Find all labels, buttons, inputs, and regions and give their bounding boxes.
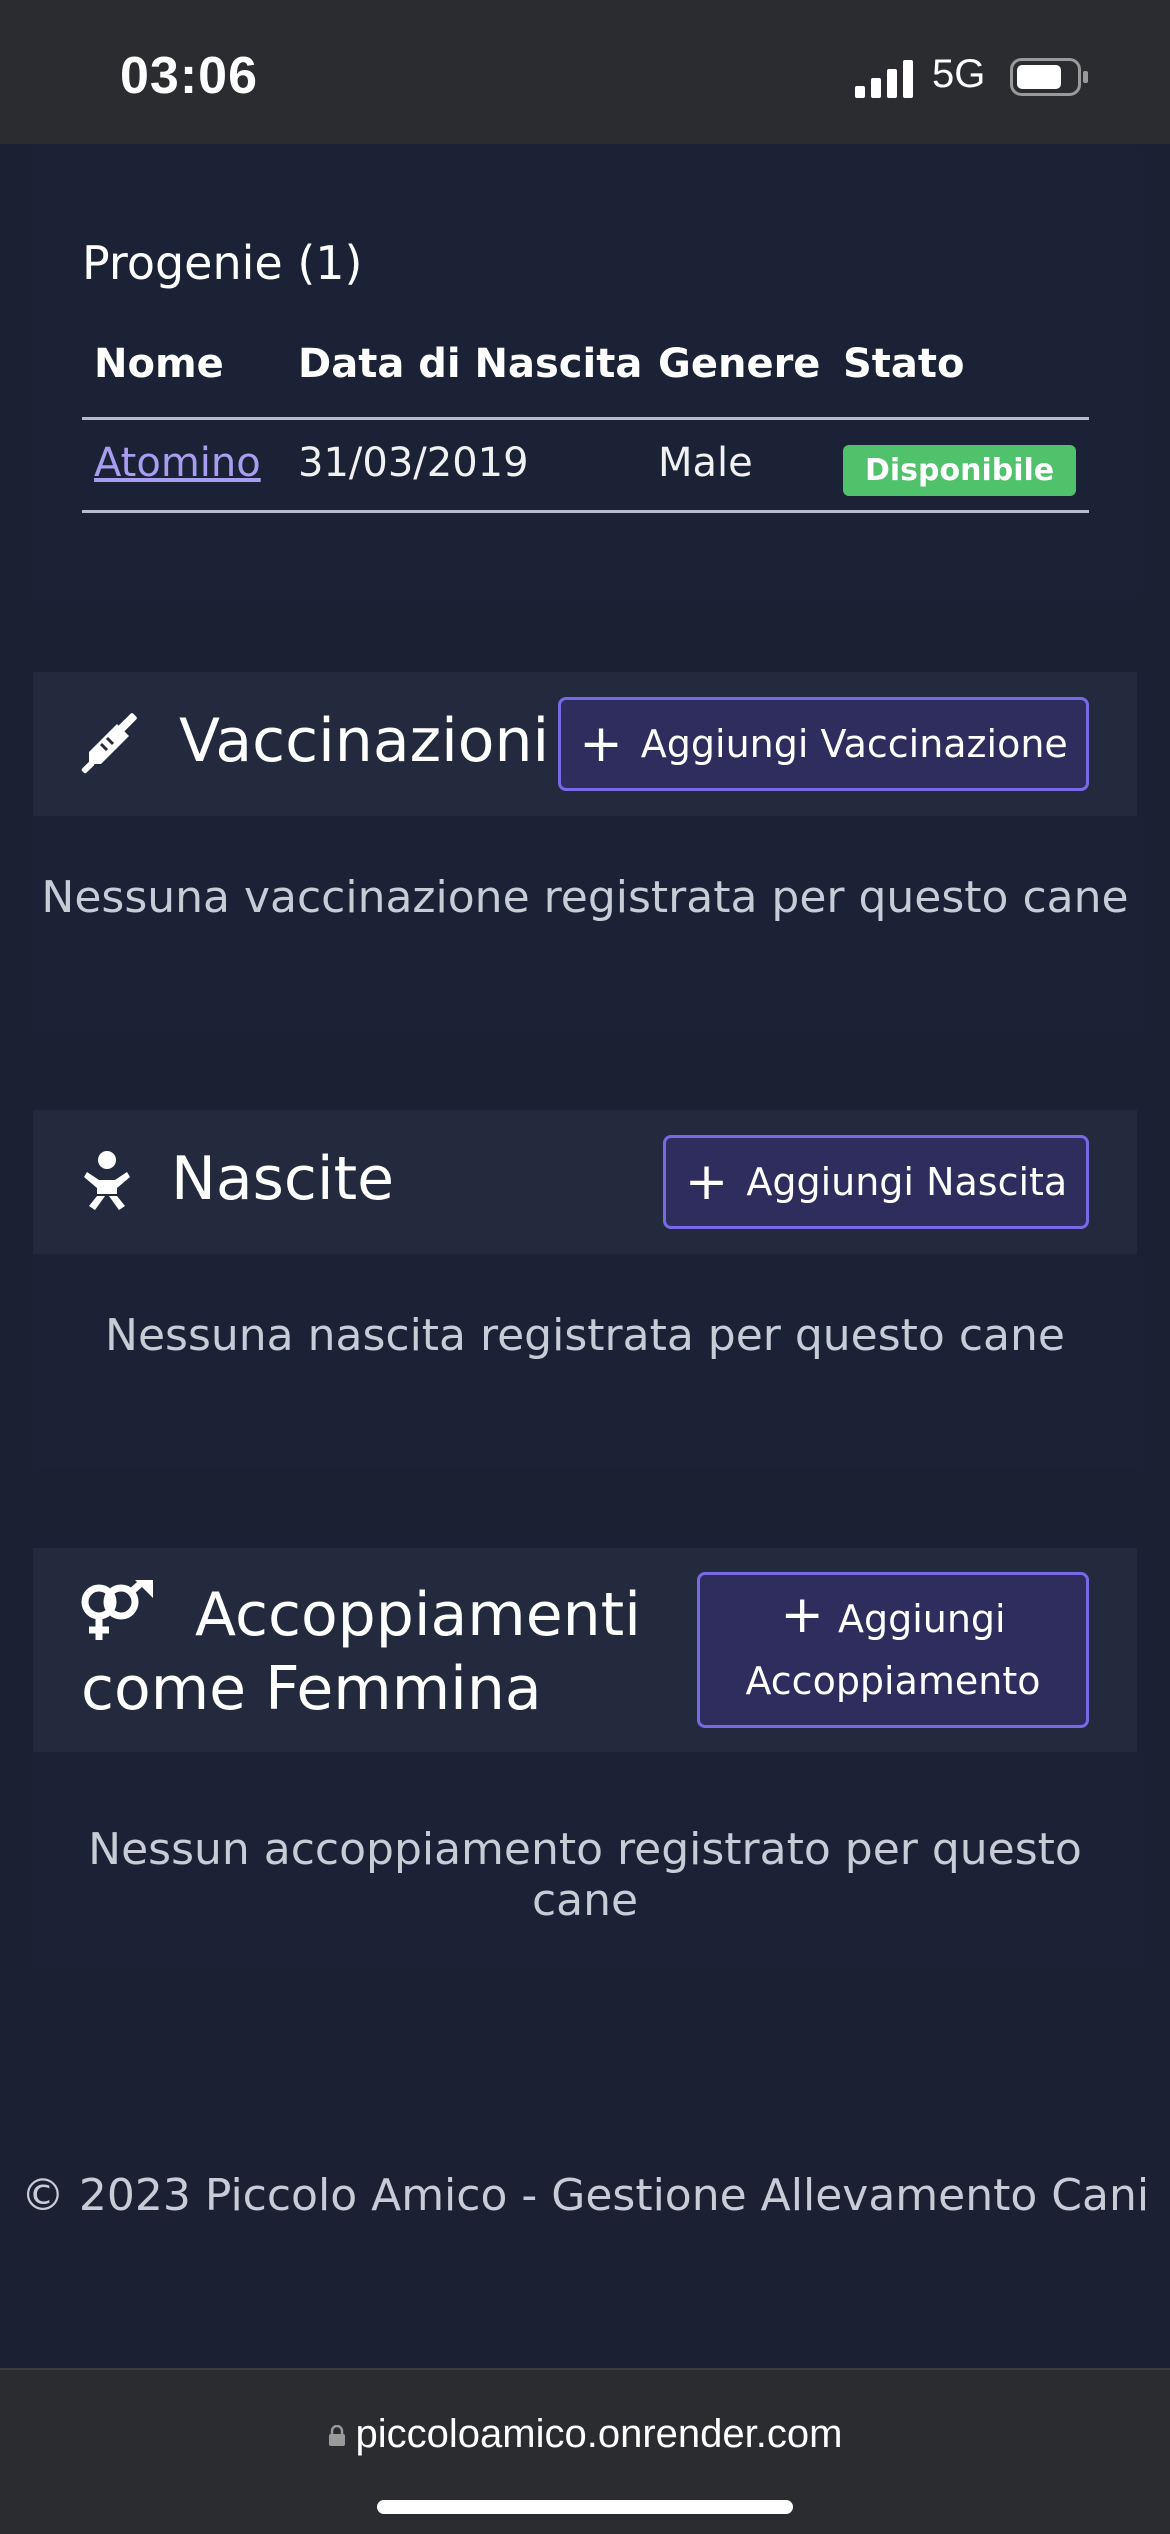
add-mating-button[interactable]: + Aggiungi Accoppiamento: [697, 1572, 1089, 1728]
add-mating-label-row: + Aggiungi: [780, 1588, 1005, 1650]
status-bar: 03:06 5G: [0, 0, 1170, 144]
column-header: Stato: [843, 341, 965, 387]
births-empty-message: Nessuna nascita registrata per questo ca…: [105, 1310, 1065, 1361]
births-header: Nascite + Aggiungi Nascita: [33, 1110, 1137, 1254]
add-birth-button[interactable]: + Aggiungi Nascita: [663, 1135, 1089, 1229]
birth-date: 31/03/2019: [298, 440, 529, 486]
plus-icon: +: [579, 714, 623, 774]
syringe-icon: [81, 713, 137, 774]
gender: Male: [658, 440, 753, 486]
status-badge: Disponibile: [843, 445, 1077, 496]
vaccinations-section: Vaccinazioni + Aggiungi Vaccinazione Nes…: [33, 672, 1137, 1032]
add-mating-label-line1: Aggiungi: [837, 1597, 1006, 1641]
status-time: 03:06: [120, 47, 258, 105]
url-display[interactable]: piccoloamico.onrender.com: [0, 2412, 1170, 2457]
column-header: Genere: [658, 341, 821, 387]
add-birth-label: Aggiungi Nascita: [746, 1160, 1068, 1204]
network-type: 5G: [932, 52, 986, 96]
baby-icon: [84, 1151, 130, 1210]
column-header: Data di Nascita: [298, 341, 643, 387]
footer-copyright: © 2023 Piccolo Amico - Gestione Allevame…: [20, 2170, 1150, 2221]
matings-title-line1: Accoppiamenti: [195, 1580, 641, 1650]
table-row: Atomino 31/03/2019 Male Disponibile: [82, 420, 1089, 513]
vaccinations-header: Vaccinazioni + Aggiungi Vaccinazione: [33, 672, 1137, 816]
vaccinations-empty-message: Nessuna vaccinazione registrata per ques…: [41, 872, 1129, 923]
url-text: piccoloamico.onrender.com: [355, 2412, 843, 2456]
vaccinations-title: Vaccinazioni: [179, 706, 550, 776]
progeny-table: Nome Data di Nascita Genere Stato Atomin…: [82, 329, 1089, 513]
births-section: Nascite + Aggiungi Nascita Nessuna nasci…: [33, 1110, 1137, 1470]
add-vaccination-button[interactable]: + Aggiungi Vaccinazione: [558, 697, 1089, 791]
matings-header: Accoppiamenti come Femmina + Aggiungi Acc…: [33, 1548, 1137, 1752]
births-title: Nascite: [171, 1144, 395, 1214]
table-header: Nome Data di Nascita Genere Stato: [82, 329, 1089, 420]
matings-title-line2: come Femmina: [81, 1654, 542, 1724]
signal-icon: [855, 60, 913, 98]
venus-mars-icon: [81, 1580, 153, 1640]
matings-empty-message: Nessun accoppiamento registrato per ques…: [88, 1824, 1082, 1926]
home-indicator: [377, 2500, 793, 2514]
browser-address-bar[interactable]: piccoloamico.onrender.com: [0, 2368, 1170, 2534]
plus-icon: +: [684, 1152, 729, 1212]
add-vaccination-label: Aggiungi Vaccinazione: [640, 722, 1068, 766]
progeny-title: Progenie (1): [82, 236, 363, 290]
matings-section: Accoppiamenti come Femmina + Aggiungi Acc…: [33, 1548, 1137, 1968]
lock-icon: [328, 2425, 345, 2447]
plus-icon: +: [780, 1585, 824, 1645]
column-header: Nome: [94, 341, 224, 387]
progeny-name-link[interactable]: Atomino: [94, 440, 261, 486]
add-mating-label-line2: Accoppiamento: [745, 1659, 1041, 1703]
battery-icon: [1010, 58, 1088, 96]
